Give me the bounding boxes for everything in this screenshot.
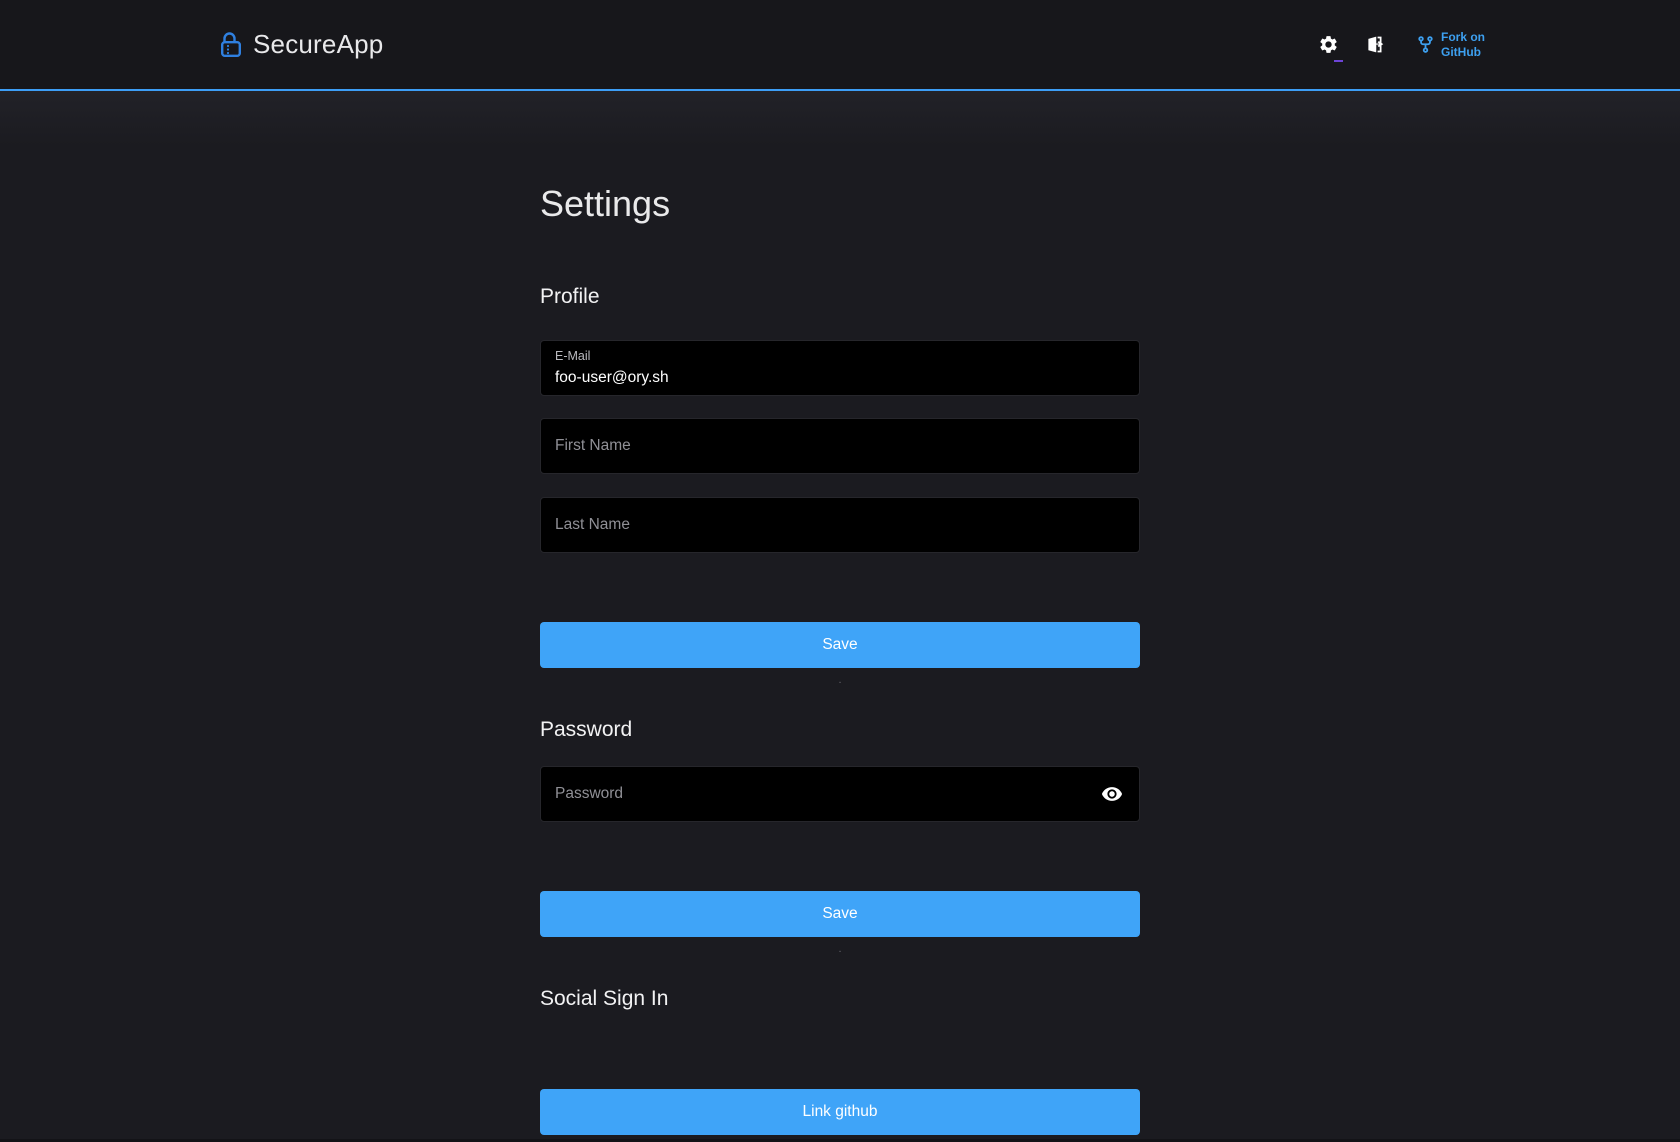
settings-content: Settings Profile E-Mail Save . Password — [540, 91, 1140, 1135]
app-name: SecureApp — [253, 29, 383, 60]
last-name-field[interactable] — [540, 497, 1140, 553]
save-profile-button[interactable]: Save — [540, 622, 1140, 668]
social-sign-in-heading: Social Sign In — [540, 986, 1140, 1011]
header: SecureApp — [0, 0, 1680, 91]
email-input[interactable] — [541, 341, 1139, 395]
logout-button[interactable] — [1362, 33, 1386, 57]
profile-form-messages-dot: . — [540, 674, 1140, 687]
password-heading: Password — [540, 717, 1140, 742]
gear-icon — [1318, 34, 1339, 55]
fork-on-github-link[interactable]: Fork on GitHub — [1416, 30, 1485, 59]
logout-icon — [1364, 34, 1385, 55]
fork-link-line2: GitHub — [1441, 45, 1481, 59]
lock-icon — [220, 32, 243, 58]
email-field[interactable]: E-Mail — [540, 340, 1140, 396]
profile-heading: Profile — [540, 284, 1140, 309]
eye-icon — [1101, 783, 1123, 805]
app-logo[interactable]: SecureApp — [220, 29, 383, 60]
link-github-button[interactable]: Link github — [540, 1089, 1140, 1135]
password-input[interactable] — [541, 767, 1139, 821]
last-name-input[interactable] — [541, 498, 1139, 552]
first-name-input[interactable] — [541, 419, 1139, 473]
password-form-messages-dot: . — [540, 943, 1140, 956]
password-reveal-button[interactable] — [1099, 781, 1125, 807]
page-title: Settings — [540, 91, 1140, 224]
git-fork-icon — [1416, 35, 1435, 54]
save-password-button[interactable]: Save — [540, 891, 1140, 937]
settings-button[interactable] — [1316, 33, 1340, 57]
fork-link-text: Fork on GitHub — [1441, 30, 1485, 59]
header-actions: Fork on GitHub — [1316, 30, 1485, 59]
main-area: Settings Profile E-Mail Save . Password — [0, 91, 1680, 1140]
header-inner: SecureApp — [195, 0, 1485, 89]
password-field[interactable] — [540, 766, 1140, 822]
first-name-field[interactable] — [540, 418, 1140, 474]
fork-link-line1: Fork on — [1441, 30, 1485, 44]
